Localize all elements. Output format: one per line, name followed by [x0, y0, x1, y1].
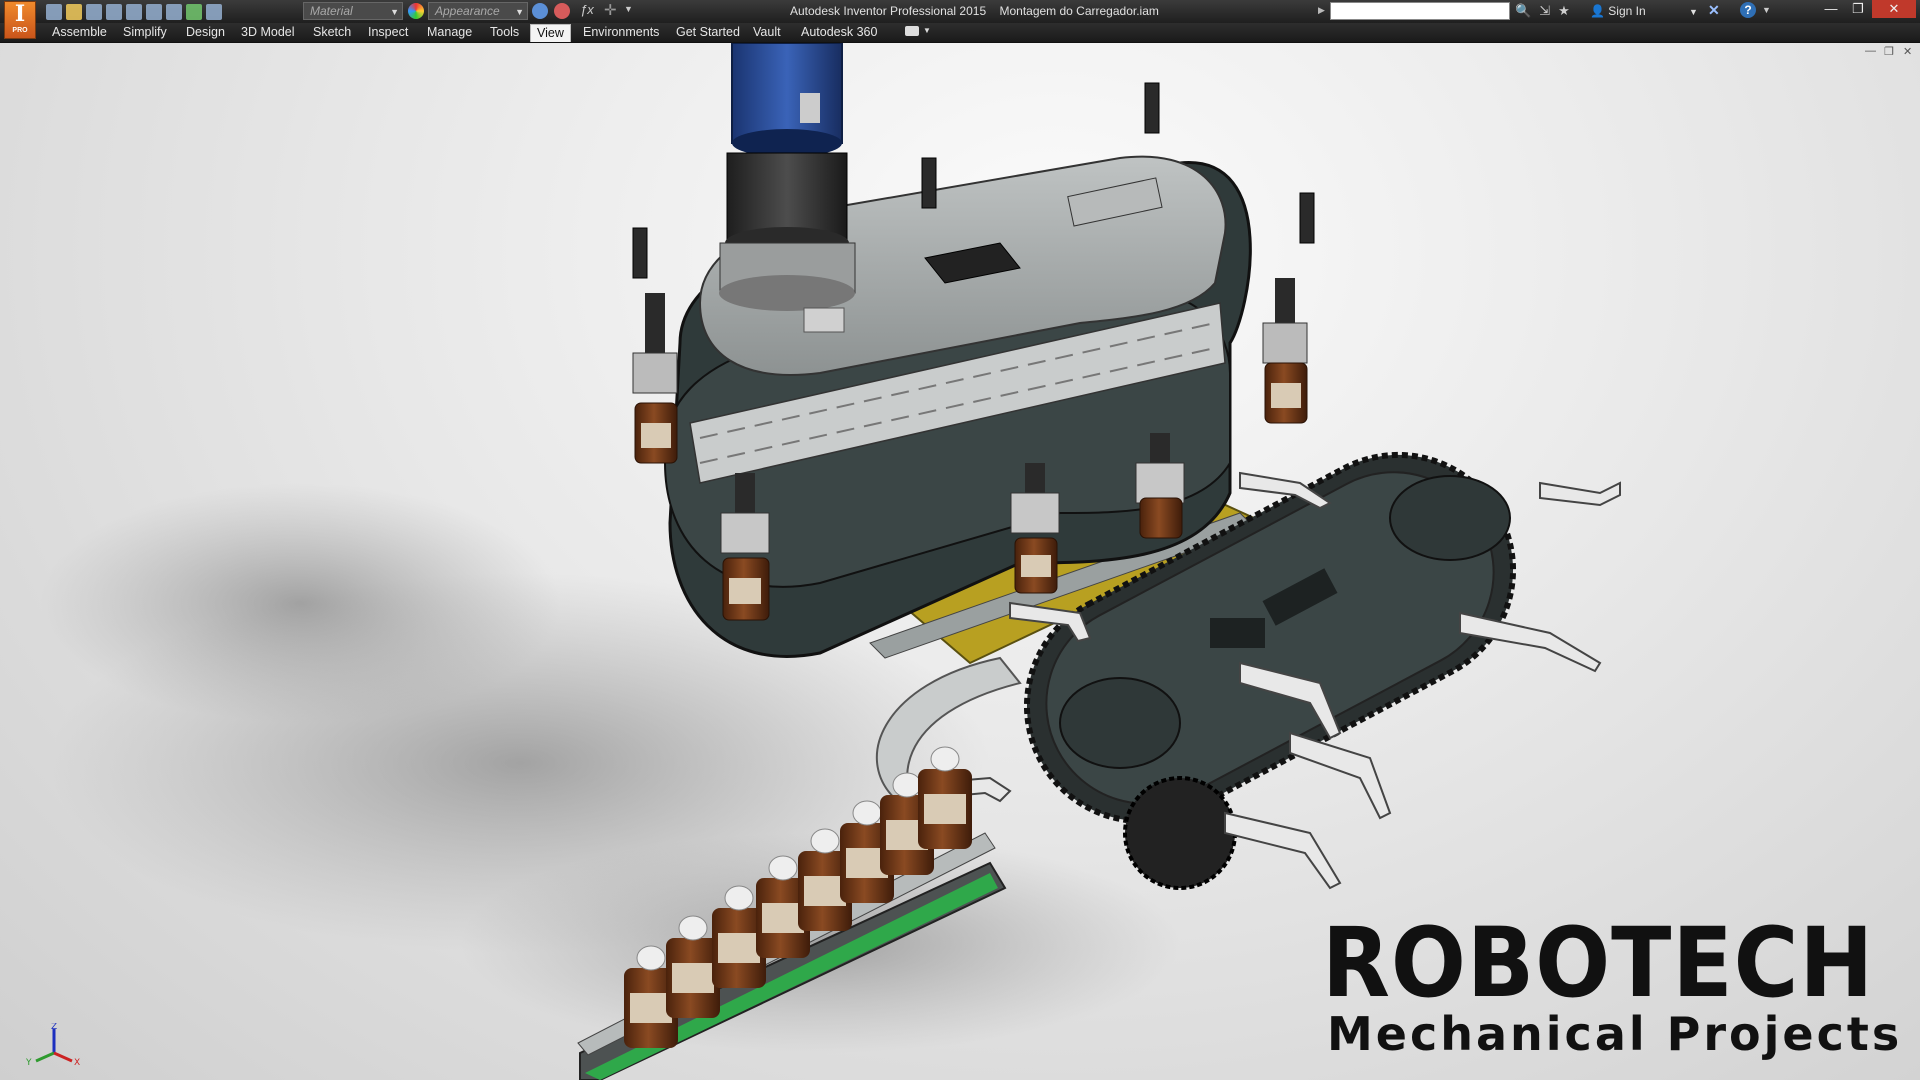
- appearance-dropdown[interactable]: Appearance ▼: [428, 2, 528, 20]
- select-filter-icon[interactable]: [186, 4, 202, 20]
- y-axis-label: Y: [25, 1058, 32, 1068]
- quick-access-toolbar: [46, 3, 222, 21]
- document-name: Montagem do Carregador.iam: [999, 4, 1159, 18]
- help-icon[interactable]: ?: [1740, 2, 1756, 18]
- minimize-button[interactable]: —: [1818, 0, 1844, 18]
- home-icon[interactable]: [146, 4, 162, 20]
- x-axis-label: X: [74, 1058, 80, 1068]
- user-icon: 👤: [1590, 4, 1605, 18]
- tab-3d-model[interactable]: 3D Model: [235, 24, 301, 41]
- z-axis-label: Z: [51, 1023, 57, 1032]
- tab-simplify[interactable]: Simplify: [117, 24, 173, 41]
- inventor-logo-icon: I: [14, 1, 26, 27]
- title-bar: I PRO Material ▼ Appearance ▼ ƒx ✛ ▼ Aut…: [0, 0, 1920, 39]
- tab-view[interactable]: View: [530, 24, 571, 42]
- restore-button[interactable]: ❐: [1845, 0, 1871, 18]
- material-dropdown[interactable]: Material ▼: [303, 2, 403, 20]
- tab-vault[interactable]: Vault: [747, 24, 787, 41]
- sign-in-label: Sign In: [1608, 4, 1646, 18]
- sign-in-button[interactable]: 👤 Sign In ▼: [1590, 4, 1698, 18]
- chevron-down-icon: ▼: [1689, 7, 1698, 17]
- chevron-down-icon[interactable]: ▼: [923, 26, 931, 35]
- y-axis-line: [35, 1051, 55, 1063]
- tab-manage[interactable]: Manage: [421, 24, 478, 41]
- infocenter-toolbar: 🔍 ⇲ ★: [1515, 3, 1570, 19]
- graphics-viewport[interactable]: — ❐ ✕ Z Y X ROBOTECH Mechanical Projects: [0, 43, 1920, 1080]
- shadow-left: [40, 483, 560, 723]
- app-name: Autodesk Inventor Professional 2015: [790, 4, 987, 18]
- pro-badge: PRO: [12, 27, 28, 34]
- chevron-down-icon: ▼: [515, 7, 524, 17]
- window-title: Autodesk Inventor Professional 2015 Mont…: [790, 4, 1159, 18]
- expand-search-icon[interactable]: ▶: [1318, 5, 1325, 16]
- appearance-placeholder: Appearance: [435, 4, 500, 18]
- close-button[interactable]: ✕: [1872, 0, 1916, 18]
- appearance-sphere-icon: [408, 3, 424, 19]
- exchange-apps-icon[interactable]: ✕: [1708, 2, 1720, 19]
- search-input[interactable]: [1330, 2, 1510, 20]
- tab-design[interactable]: Design: [180, 24, 231, 41]
- new-file-icon[interactable]: [46, 4, 62, 20]
- tab-assemble[interactable]: Assemble: [46, 24, 113, 41]
- tab-inspect[interactable]: Inspect: [362, 24, 414, 41]
- update-icon[interactable]: [206, 4, 222, 20]
- subscription-icon[interactable]: ⇲: [1539, 3, 1550, 19]
- tab-environments[interactable]: Environments: [577, 24, 665, 41]
- x-axis-line: [53, 1051, 73, 1063]
- brand-title: ROBOTECH: [1322, 907, 1875, 1019]
- tab-sketch[interactable]: Sketch: [307, 24, 357, 41]
- tab-get-started[interactable]: Get Started: [670, 24, 746, 41]
- ribbon-tab-bar: Assemble Simplify Design 3D Model Sketch…: [0, 23, 1920, 43]
- undo-icon[interactable]: [106, 4, 122, 20]
- redo-icon[interactable]: [126, 4, 142, 20]
- servo-motor: [719, 43, 856, 333]
- adjust-icon[interactable]: [532, 3, 548, 19]
- parameters-icon[interactable]: ƒx: [580, 2, 594, 17]
- open-folder-icon[interactable]: [66, 4, 82, 20]
- tab-autodesk-360[interactable]: Autodesk 360: [795, 24, 883, 41]
- ribbon-display-toggle-icon[interactable]: [905, 26, 919, 36]
- chevron-down-icon: ▼: [390, 7, 399, 17]
- print-icon[interactable]: [166, 4, 182, 20]
- application-menu-button[interactable]: I PRO: [4, 1, 36, 39]
- axis-triad[interactable]: Z Y X: [24, 1023, 84, 1073]
- plus-icon[interactable]: ✛: [604, 1, 617, 19]
- tab-tools[interactable]: Tools: [484, 24, 525, 41]
- chevron-down-icon[interactable]: ▼: [1762, 5, 1771, 15]
- favorites-star-icon[interactable]: ★: [1558, 3, 1570, 19]
- save-icon[interactable]: [86, 4, 102, 20]
- material-placeholder: Material: [310, 4, 353, 18]
- brand-subtitle: Mechanical Projects: [1327, 1007, 1903, 1061]
- clear-override-icon[interactable]: [554, 3, 570, 19]
- customize-qat-icon[interactable]: ▼: [624, 4, 633, 14]
- search-icon[interactable]: 🔍: [1515, 3, 1531, 19]
